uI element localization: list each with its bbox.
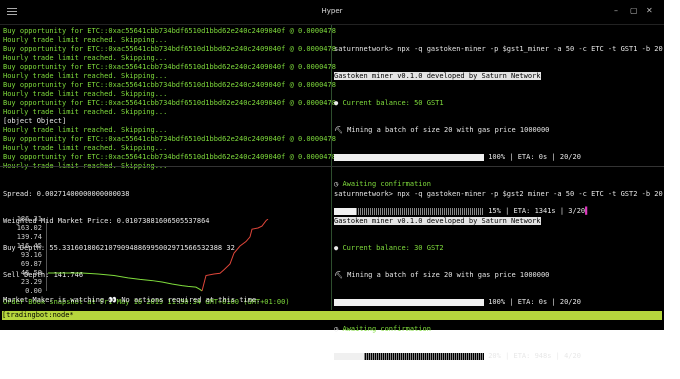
await-stats: 20% | ETA: 948s | 4/20 [488, 352, 581, 360]
y-tick-label: 93.16 [20, 251, 42, 259]
log-line: Hourly trade limit reached. Skipping... [3, 36, 168, 44]
log-line: Buy opportunity for ETC::0xac55641cbb734… [3, 63, 336, 71]
log-line: Hourly trade limit reached. Skipping... [3, 54, 168, 62]
window-title: Hyper [321, 7, 343, 15]
mining-progress-bar [334, 154, 484, 161]
log-line: Hourly trade limit reached. Skipping... [3, 126, 168, 134]
close-icon[interactable]: ✕ [646, 6, 653, 15]
await-progress-bar [334, 353, 484, 360]
balance-label: Current balance: [342, 244, 415, 252]
log-line: Buy opportunity for ETC::0xac55641cbb734… [3, 153, 336, 161]
title-bar: Hyper – ▢ ✕ [0, 0, 664, 25]
log-line: Hourly trade limit reached. Skipping... [3, 72, 168, 80]
minimize-icon[interactable]: – [614, 6, 618, 15]
bid-series-line [48, 272, 203, 292]
shell-prompt: saturnnetwork> npx -q gastoken-miner -p … [334, 45, 663, 53]
log-line: Hourly trade limit reached. Skipping... [3, 144, 168, 152]
mining-progress-bar [334, 299, 484, 306]
pickaxe-icon: ⛏ [334, 126, 348, 134]
pane-top-left[interactable]: Buy opportunity for ETC::0xac55641cbb734… [3, 27, 336, 171]
balance-label: Current balance: [342, 99, 415, 107]
y-tick-label: 46.58 [20, 269, 42, 277]
shell-prompt: saturnnetwork> npx -q gastoken-miner -p … [334, 190, 663, 198]
horizontal-divider[interactable] [0, 166, 664, 167]
log-line: Hourly trade limit reached. Skipping... [3, 90, 168, 98]
mining-stats: 100% | ETA: 0s | 20/20 [488, 298, 581, 306]
log-line: Buy opportunity for ETC::0xac55641cbb734… [3, 27, 336, 35]
pickaxe-icon: ⛏ [334, 271, 348, 279]
y-tick-label: 139.74 [16, 233, 42, 241]
spread-line: Spread: 0.00271400000000000038 [3, 190, 130, 198]
mining-message: Mining a batch of size 20 with gas price… [347, 271, 550, 279]
log-line: Hourly trade limit reached. Skipping... [3, 108, 168, 116]
mining-stats: 100% | ETA: 0s | 20/20 [488, 153, 581, 161]
log-line: Buy opportunity for ETC::0xac55641cbb734… [3, 81, 336, 89]
vertical-divider[interactable] [331, 25, 332, 310]
y-tick-label: 163.02 [16, 224, 42, 232]
tmux-session-label[interactable]: [tradingbot:node* [2, 311, 74, 319]
y-tick-label: 69.87 [20, 260, 42, 268]
log-line: Buy opportunity for ETC::0xac55641cbb734… [3, 135, 336, 143]
market-maker-status: Market Maker is watching 👀 No actions re… [3, 296, 260, 305]
terminal-window: Hyper – ▢ ✕ Buy opportunity for ETC::0xa… [0, 0, 664, 360]
eyes-icon: 👀 [108, 296, 118, 304]
tmux-status-bar: [tradingbot:node* [2, 311, 662, 320]
log-line: [object Object] [3, 117, 67, 125]
ask-series-line [201, 219, 269, 292]
log-line: Buy opportunity for ETC::0xac55641cbb734… [3, 45, 336, 53]
await-message: Awaiting confirmation [342, 325, 431, 333]
maximize-icon[interactable]: ▢ [630, 6, 638, 15]
y-tick-label: 23.29 [20, 278, 42, 286]
miner-banner: Gastoken miner v0.1.0 developed by Satur… [334, 217, 541, 225]
y-tick-label: 0.00 [25, 287, 42, 295]
balance-value: 50 GST1 [414, 99, 444, 107]
mining-message: Mining a batch of size 20 with gas price… [347, 126, 550, 134]
pane-bottom-right[interactable]: saturnnetwork> npx -q gastoken-miner -p … [334, 172, 663, 379]
y-tick-label: 186.31 [16, 215, 42, 223]
y-tick-label: 116.45 [16, 242, 42, 250]
balance-value: 30 GST2 [414, 244, 444, 252]
mm-status-prefix: Market Maker is watching [3, 296, 105, 304]
log-line: Buy opportunity for ETC::0xac55641cbb734… [3, 99, 336, 107]
mm-status-suffix: No actions required at this time. [121, 296, 261, 304]
miner-banner: Gastoken miner v0.1.0 developed by Satur… [334, 72, 541, 80]
